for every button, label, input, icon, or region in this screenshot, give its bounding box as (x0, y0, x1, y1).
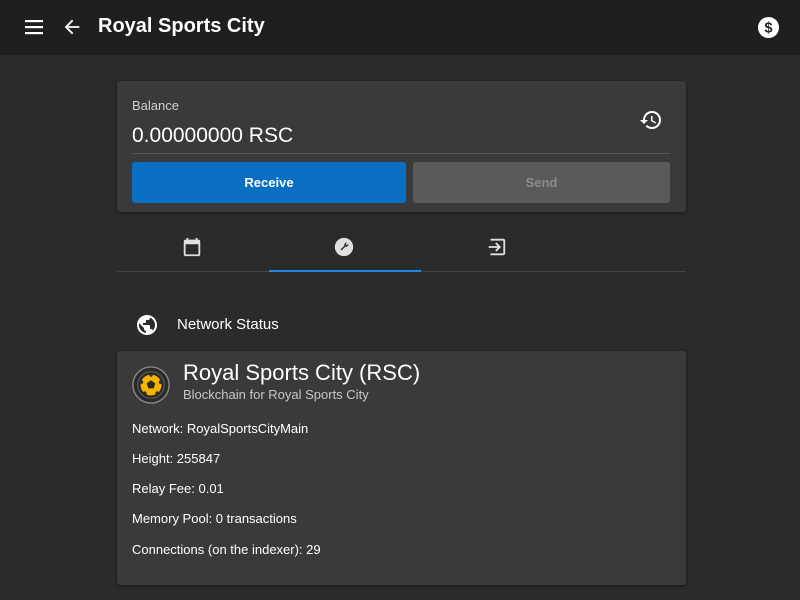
dollar-coin-icon[interactable]: $ (757, 16, 780, 39)
login-icon (488, 238, 506, 256)
coin-info-card: Royal Sports City (RSC) Blockchain for R… (117, 351, 686, 585)
connections-row: Connections (on the indexer): 29 (132, 542, 321, 557)
tab-tools[interactable] (269, 227, 421, 272)
tab-login[interactable] (421, 227, 573, 271)
history-icon[interactable] (639, 108, 663, 132)
svg-text:$: $ (765, 20, 773, 36)
divider (132, 153, 670, 154)
network-row: Network: RoyalSportsCityMain (132, 421, 309, 436)
arrow-back-icon[interactable] (61, 16, 83, 38)
menu-icon[interactable] (24, 17, 44, 37)
tab-calendar[interactable] (117, 227, 269, 271)
coin-subtitle: Blockchain for Royal Sports City (183, 387, 369, 402)
tab-bar (117, 227, 686, 272)
send-button[interactable]: Send (413, 162, 670, 203)
balance-value: 0.00000000 RSC (132, 124, 294, 147)
section-title: Network Status (177, 316, 279, 333)
balance-label: Balance (132, 98, 179, 113)
football-logo-icon (132, 366, 170, 404)
calendar-icon (183, 237, 201, 257)
height-row: Height: 255847 (132, 451, 221, 466)
page-title: Royal Sports City (98, 15, 265, 37)
coin-name: Royal Sports City (RSC) (183, 360, 421, 385)
wrench-icon (334, 237, 354, 257)
balance-card: Balance 0.00000000 RSC Receive Send (117, 81, 686, 212)
relay-fee-row: Relay Fee: 0.01 (132, 481, 224, 496)
receive-button[interactable]: Receive (132, 162, 406, 203)
app-bar: Royal Sports City $ (0, 0, 800, 55)
globe-icon (137, 315, 157, 335)
memory-pool-row: Memory Pool: 0 transactions (132, 511, 297, 526)
